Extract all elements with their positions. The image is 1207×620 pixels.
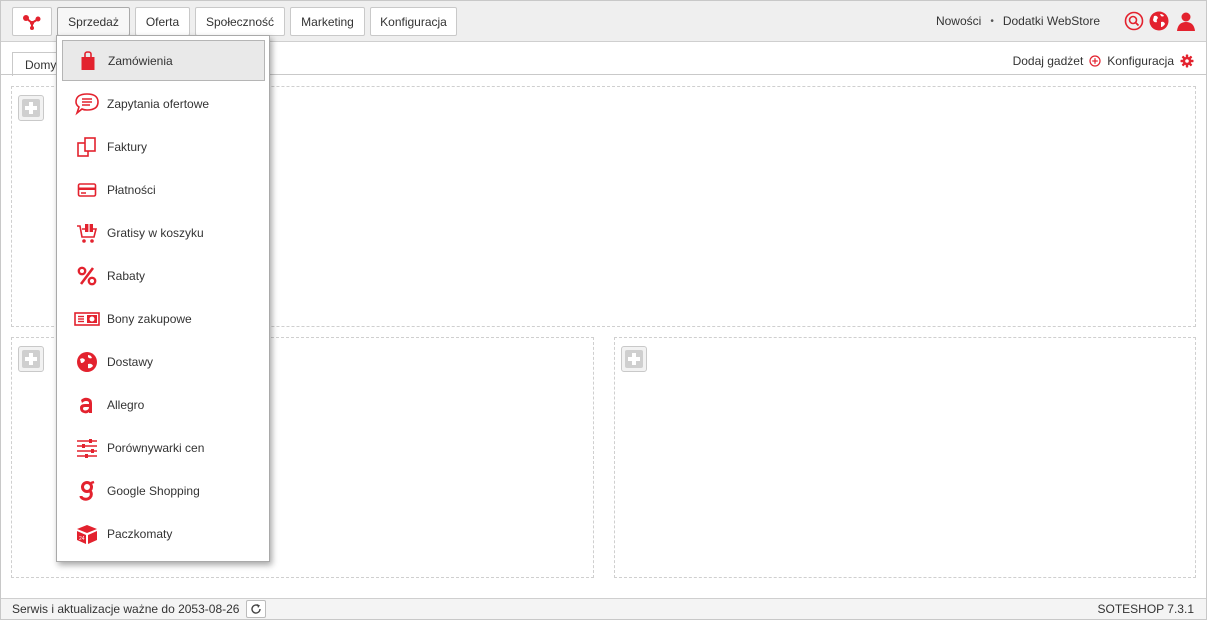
search-icon[interactable]	[1124, 11, 1144, 31]
menu-item-label: Dostawy	[107, 354, 154, 369]
svg-text:24: 24	[79, 536, 85, 542]
gift-cart-icon	[74, 220, 100, 246]
plus-icon	[22, 350, 40, 368]
news-link[interactable]: Nowości	[936, 14, 981, 28]
tab-marketing[interactable]: Marketing	[290, 7, 365, 36]
tab-spolecznosc[interactable]: Społeczność	[195, 7, 285, 36]
allegro-icon	[74, 392, 100, 418]
menu-item-label: Faktury	[107, 139, 148, 154]
status-footer: Serwis i aktualizacje ważne do 2053-08-2…	[1, 598, 1206, 619]
menu-item-label: Rabaty	[107, 268, 146, 283]
percent-icon	[74, 263, 100, 289]
globe-icon[interactable]	[1149, 11, 1169, 31]
google-g-icon	[74, 478, 100, 504]
menu-item-platnosci[interactable]: Płatności	[62, 169, 265, 210]
menu-item-google-shopping[interactable]: Google Shopping	[62, 470, 265, 511]
menu-item-paczkomaty[interactable]: 24 Paczkomaty	[62, 513, 265, 554]
menu-item-zamowienia[interactable]: Zamówienia	[62, 40, 265, 81]
menu-item-faktury[interactable]: Faktury	[62, 126, 265, 167]
documents-icon	[74, 134, 100, 160]
menu-item-label: Płatności	[107, 182, 156, 197]
credit-card-icon	[74, 177, 100, 203]
webstore-link[interactable]: Dodatki WebStore	[1003, 14, 1100, 28]
menu-item-porownywarki[interactable]: Porównywarki cen	[62, 427, 265, 468]
gear-icon[interactable]	[1180, 54, 1194, 68]
menu-item-allegro[interactable]: Allegro	[62, 384, 265, 425]
menu-item-label: Gratisy w koszyku	[107, 225, 204, 240]
menu-item-label: Zapytania ofertowe	[107, 96, 210, 111]
menu-item-label: Paczkomaty	[107, 526, 173, 541]
refresh-icon	[251, 604, 261, 614]
add-gadget-button[interactable]	[18, 346, 44, 372]
globe-delivery-icon	[74, 349, 100, 375]
tab-oferta[interactable]: Oferta	[135, 7, 190, 36]
plus-icon	[625, 350, 643, 368]
voucher-icon	[74, 306, 100, 332]
tab-konfiguracja[interactable]: Konfiguracja	[370, 7, 457, 36]
shopping-bag-icon	[75, 48, 101, 74]
sales-dropdown-menu: Zamówienia Zapytania ofertowe Faktury Pł…	[56, 35, 270, 562]
sliders-icon	[74, 435, 100, 461]
menu-item-rabaty[interactable]: Rabaty	[62, 255, 265, 296]
menu-item-zapytania-ofertowe[interactable]: Zapytania ofertowe	[62, 83, 265, 124]
add-gadget-button[interactable]	[621, 346, 647, 372]
menu-item-gratisy[interactable]: Gratisy w koszyku	[62, 212, 265, 253]
plus-icon	[22, 99, 40, 117]
plus-circle-icon[interactable]	[1089, 55, 1101, 67]
parcel-box-icon: 24	[74, 521, 100, 547]
share-nodes-logo-icon	[23, 14, 41, 30]
menu-item-label: Zamówienia	[108, 53, 173, 68]
version-label: SOTESHOP 7.3.1	[1097, 602, 1195, 616]
user-icon[interactable]	[1176, 11, 1196, 31]
logo-button[interactable]	[12, 7, 52, 36]
add-gadget-button[interactable]	[18, 95, 44, 121]
top-right-links: Nowości • Dodatki WebStore	[936, 14, 1100, 28]
dashboard-config-link[interactable]: Konfiguracja	[1107, 54, 1174, 68]
refresh-button[interactable]	[246, 600, 266, 618]
tab-sprzedaz[interactable]: Sprzedaż	[57, 7, 130, 36]
chat-bubble-icon	[74, 91, 100, 117]
gadget-zone-right	[614, 337, 1196, 578]
menu-item-dostawy[interactable]: Dostawy	[62, 341, 265, 382]
menu-item-label: Allegro	[107, 397, 145, 412]
dashboard-actions: Dodaj gadżet Konfiguracja	[1013, 54, 1194, 68]
menu-item-label: Google Shopping	[107, 483, 200, 498]
add-gadget-link[interactable]: Dodaj gadżet	[1013, 54, 1084, 68]
menu-item-bony-zakupowe[interactable]: Bony zakupowe	[62, 298, 265, 339]
link-separator: •	[990, 15, 994, 27]
menu-item-label: Bony zakupowe	[107, 311, 192, 326]
menu-item-label: Porównywarki cen	[107, 440, 205, 455]
service-validity-text: Serwis i aktualizacje ważne do 2053-08-2…	[12, 602, 240, 616]
